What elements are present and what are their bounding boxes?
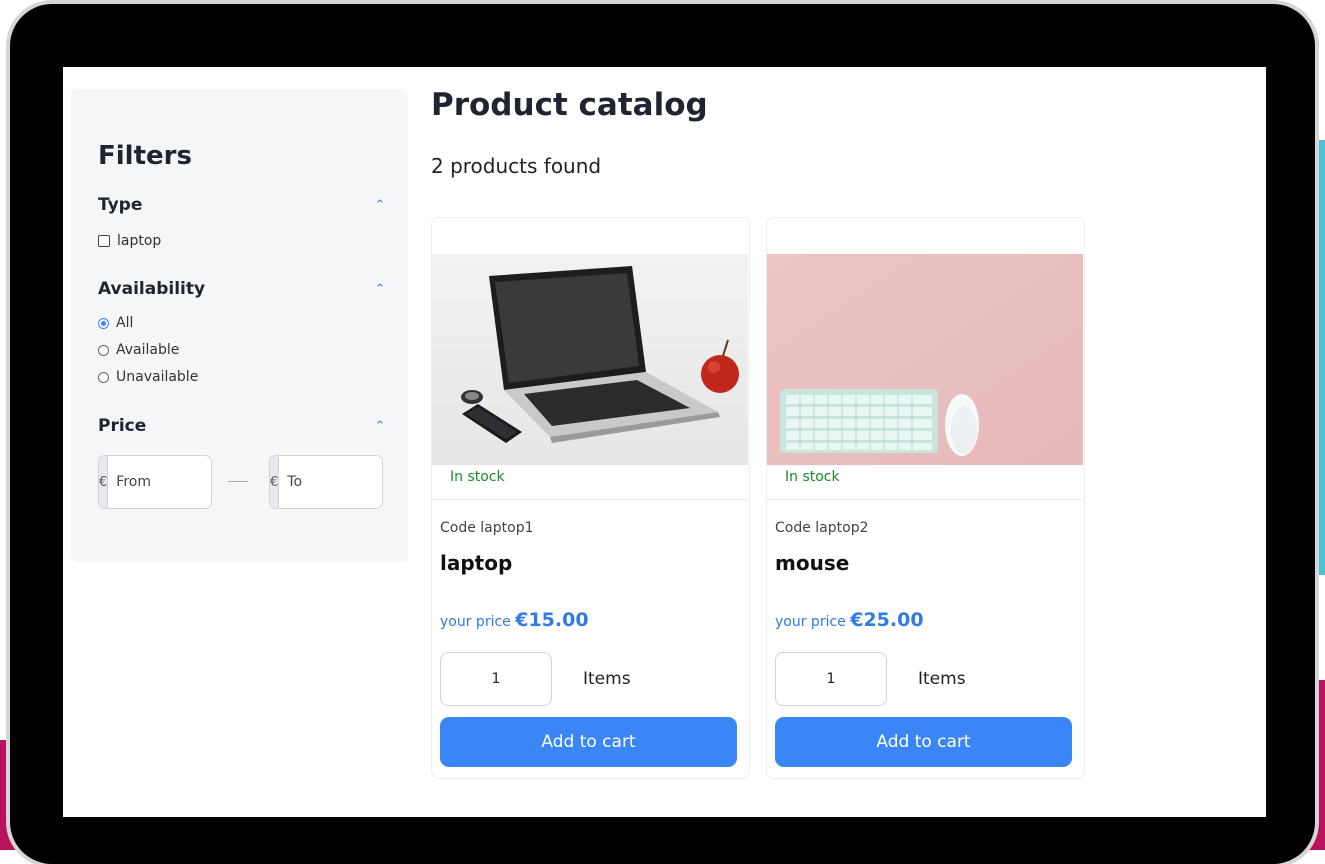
availability-option-label: All xyxy=(116,315,134,331)
availability-option-unavailable[interactable]: Unavailable xyxy=(98,369,198,385)
price-from-field[interactable]: € xyxy=(98,455,212,509)
product-price: your price €25.00 xyxy=(775,609,924,631)
product-card: In stock Code laptop1 laptop your price … xyxy=(431,217,750,779)
quantity-input[interactable]: 1 xyxy=(775,652,887,706)
checkbox-icon[interactable] xyxy=(98,235,110,247)
availability-section-title: Availability xyxy=(98,279,206,299)
keyboard-mouse-photo xyxy=(767,254,1083,465)
availability-option-available[interactable]: Available xyxy=(98,342,179,358)
add-to-cart-button[interactable]: Add to cart xyxy=(775,717,1072,767)
chevron-up-icon[interactable]: ⌃ xyxy=(373,283,387,297)
results-count: 2 products found xyxy=(431,154,602,178)
euro-prefix: € xyxy=(99,456,109,508)
page-title: Product catalog xyxy=(431,87,708,123)
stock-status: In stock xyxy=(785,469,840,485)
product-image-laptop[interactable] xyxy=(432,254,748,465)
euro-prefix: € xyxy=(270,456,280,508)
price-section-title: Price xyxy=(98,416,147,436)
radio-selected-icon[interactable] xyxy=(98,317,109,329)
price-label: your price xyxy=(440,614,511,630)
type-section-title: Type xyxy=(98,195,143,215)
product-code: Code laptop2 xyxy=(775,520,869,536)
chevron-up-icon[interactable]: ⌃ xyxy=(373,420,387,434)
stock-status: In stock xyxy=(450,469,505,485)
price-value: €25.00 xyxy=(850,609,924,631)
price-value: €15.00 xyxy=(515,609,589,631)
availability-option-label: Unavailable xyxy=(116,369,199,385)
price-range-dash xyxy=(228,481,248,482)
price-to-field[interactable]: € xyxy=(269,455,383,509)
filters-title: Filters xyxy=(98,141,192,171)
items-label: Items xyxy=(918,669,966,689)
divider xyxy=(432,499,748,500)
device-screen: Filters Type ⌃ laptop Availability ⌃ All… xyxy=(63,67,1266,817)
type-option-laptop[interactable]: laptop xyxy=(98,233,161,249)
filters-sidebar: Filters Type ⌃ laptop Availability ⌃ All… xyxy=(71,89,408,562)
availability-option-label: Available xyxy=(116,342,180,358)
availability-option-all[interactable]: All xyxy=(98,315,133,331)
product-card: In stock Code laptop2 mouse your price €… xyxy=(766,217,1085,779)
product-price: your price €15.00 xyxy=(440,609,589,631)
price-label: your price xyxy=(775,614,846,630)
quantity-input[interactable]: 1 xyxy=(440,652,552,706)
laptop-photo xyxy=(432,254,748,465)
radio-icon[interactable] xyxy=(98,344,109,356)
add-to-cart-button[interactable]: Add to cart xyxy=(440,717,737,767)
price-to-input[interactable] xyxy=(279,456,382,508)
radio-icon[interactable] xyxy=(98,371,109,383)
price-from-input[interactable] xyxy=(108,456,211,508)
product-code: Code laptop1 xyxy=(440,520,534,536)
chevron-up-icon[interactable]: ⌃ xyxy=(373,199,387,213)
product-name[interactable]: mouse xyxy=(775,551,849,575)
product-name[interactable]: laptop xyxy=(440,551,512,575)
product-image-mouse[interactable] xyxy=(767,254,1083,465)
divider xyxy=(767,499,1083,500)
type-option-label: laptop xyxy=(117,233,162,249)
items-label: Items xyxy=(583,669,631,689)
